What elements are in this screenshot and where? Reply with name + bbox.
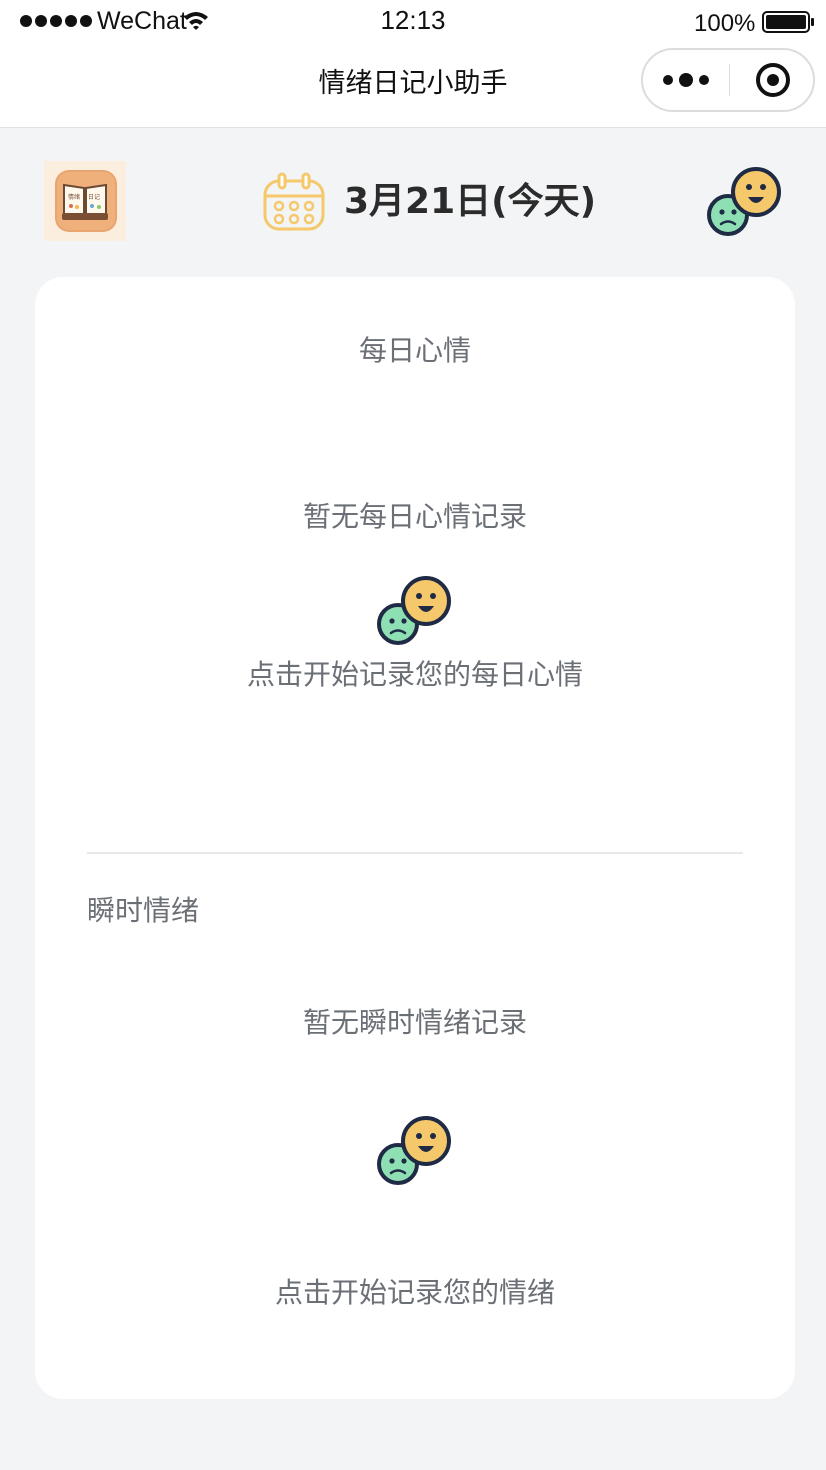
mini-program-capsule <box>641 48 815 112</box>
app-logo-icon: 情绪 日记 <box>55 170 117 232</box>
mood-faces-icon <box>377 1116 451 1185</box>
screen: WeChat 12:13 100% 情绪日记小助手 情绪 日记 3月21日(今天… <box>0 0 826 1470</box>
svg-text:情绪: 情绪 <box>68 193 80 201</box>
instant-emotion-empty-text: 暂无瞬时情绪记录 <box>302 1006 527 1039</box>
status-bar: WeChat 12:13 100% <box>0 0 826 44</box>
date-display[interactable]: 3月21日(今天) <box>262 172 596 232</box>
app-logo-button[interactable]: 情绪 日记 <box>44 161 126 241</box>
current-date: 3月21日(今天) <box>344 181 597 222</box>
navigation-bar: 情绪日记小助手 <box>0 44 826 128</box>
more-icon <box>663 75 673 85</box>
calendar-icon <box>263 172 325 231</box>
instant-emotion-start-link[interactable]: 点击开始记录您的情绪 <box>35 1275 795 1311</box>
section-divider <box>87 852 743 854</box>
mood-faces-icon <box>707 167 781 236</box>
mood-faces-icon <box>377 576 451 645</box>
close-button[interactable] <box>730 50 815 110</box>
mood-faces-button[interactable] <box>706 166 784 238</box>
instant-emotion-title: 瞬时情绪 <box>87 894 200 927</box>
instant-emotion-record-icon-button[interactable] <box>376 1115 454 1187</box>
daily-mood-empty-text: 暂无每日心情记录 <box>302 500 527 533</box>
diary-card: 每日心情 暂无每日心情记录 点击开始记录您的每日心情 瞬时情绪 暂无瞬时情绪记录 <box>35 277 795 1399</box>
daily-mood-title: 每日心情 <box>358 334 471 367</box>
close-icon <box>755 63 790 97</box>
more-button[interactable] <box>643 50 729 110</box>
daily-mood-record-icon-button[interactable] <box>376 575 454 647</box>
battery-percentage: 100% <box>694 10 756 37</box>
daily-mood-start-link[interactable]: 点击开始记录您的每日心情 <box>35 657 795 693</box>
svg-text:日记: 日记 <box>88 194 100 201</box>
battery-icon <box>762 11 814 33</box>
